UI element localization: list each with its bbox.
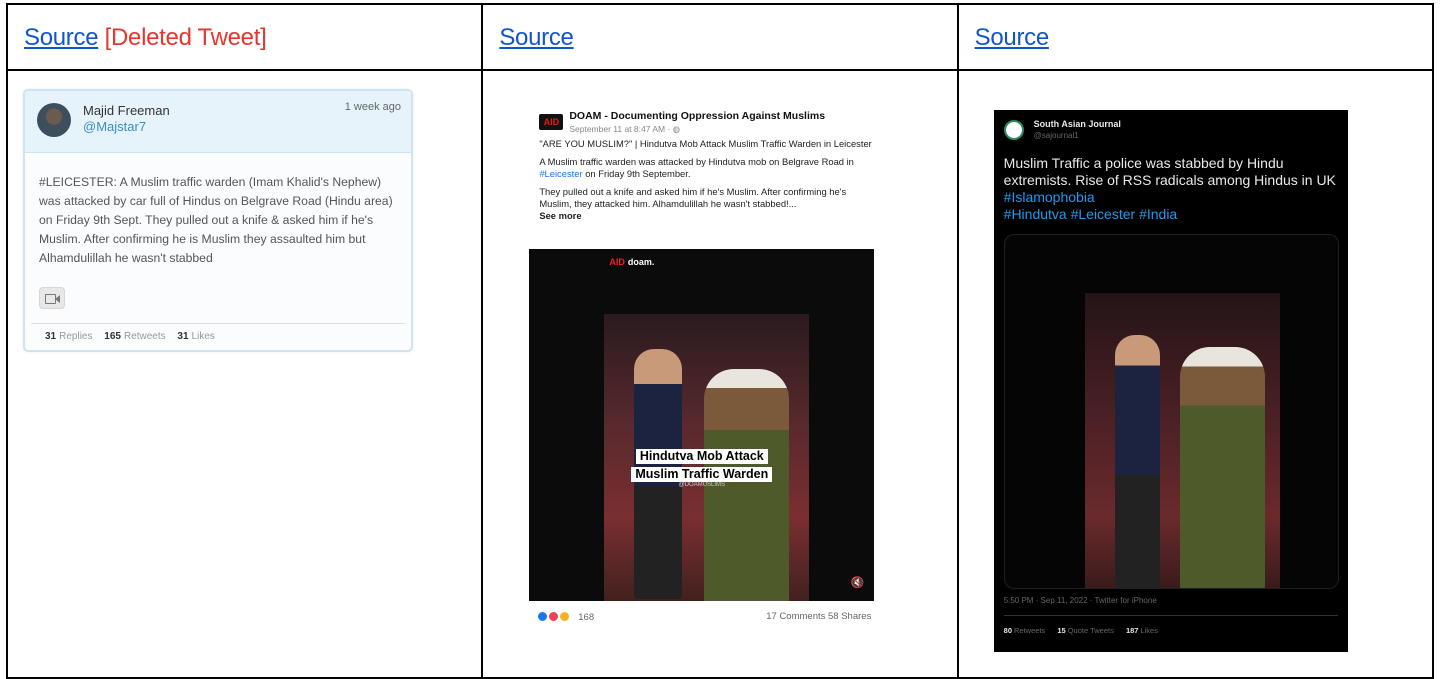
globe-icon: ◍ — [672, 124, 681, 134]
video-social-handle: @DOAMUSLIMS — [678, 482, 726, 488]
video-camera-icon — [39, 287, 65, 309]
hashtags[interactable]: #Hindutva #Leicester #India — [1004, 206, 1178, 222]
tweet-stats: 80 Retweets 15 Quote Tweets 187 Likes — [1004, 626, 1158, 635]
mute-icon[interactable]: 🔇 — [851, 576, 865, 589]
tweet-text: #LEICESTER: A Muslim traffic warden (Ima… — [39, 175, 393, 265]
likes-label: Likes — [191, 331, 215, 342]
retweets-label: Retweets — [123, 331, 166, 342]
hashtag-leicester[interactable]: #Leicester — [539, 168, 582, 179]
reaction-count: 168 — [578, 612, 595, 623]
video-brand: AID doam. — [609, 257, 654, 267]
post-video[interactable]: AID doam. Hindutva Mob Attack Muslim Traf… — [529, 249, 875, 601]
post-paragraph-2-b: on Friday 9th September. — [582, 168, 691, 179]
header-cell-3: Source — [956, 3, 1435, 71]
avatar — [1003, 120, 1024, 140]
love-reaction-icon — [547, 611, 559, 622]
header-cell-1: Source [Deleted Tweet] — [5, 3, 484, 71]
post-paragraph-3-text: They pulled out a knife and asked him if… — [539, 186, 847, 209]
tweet-screenshot-saj: South Asian Journal @sajournal1 Muslim T… — [993, 110, 1348, 652]
post-paragraph-3: They pulled out a knife and asked him if… — [539, 186, 874, 222]
replies-count: 31 — [45, 331, 57, 342]
content-cell-1: Majid Freeman @Majstar7 1 week ago #LEIC… — [5, 69, 484, 679]
video-caption: Hindutva Mob Attack Muslim Traffic Warde… — [529, 447, 874, 483]
page-name: DOAM - Documenting Oppression Against Mu… — [569, 110, 826, 122]
header-cell-2: Source — [481, 3, 959, 71]
likes-label: Likes — [1140, 626, 1158, 635]
likes-count: 187 — [1125, 626, 1139, 635]
post-date: September 11 at 8:47 AM · ◍ — [569, 124, 680, 135]
sources-table: Source [Deleted Tweet] Source Source Maj… — [5, 3, 1435, 679]
deleted-tweet-label: [Deleted Tweet] — [104, 24, 267, 51]
post-paragraph-2-a: A Muslim traffic warden was attacked by … — [539, 156, 854, 167]
video-figure-left — [1114, 335, 1160, 588]
retweets-count: 165 — [104, 331, 121, 342]
post-date-text: September 11 at 8:47 AM · — [569, 124, 673, 134]
reactions[interactable]: 168 — [537, 611, 594, 623]
content-cell-2: AID DOAM - Documenting Oppression Agains… — [481, 69, 959, 679]
like-reaction-icon — [537, 611, 549, 622]
hashtag-islamophobia[interactable]: #Islamophobia — [1004, 189, 1095, 205]
post-paragraph-2: A Muslim traffic warden was attacked by … — [539, 156, 874, 180]
author-handle: @Majstar7 — [83, 119, 147, 134]
tweet-stats: 31 Replies 165 Retweets 31 Likes — [45, 331, 215, 342]
source-link-1[interactable]: Source — [24, 24, 99, 51]
tweet-header: Majid Freeman @Majstar7 1 week ago — [25, 91, 411, 153]
source-link-2[interactable]: Source — [499, 24, 574, 51]
avatar — [37, 103, 71, 137]
header-row: Source [Deleted Tweet] Source Source — [5, 3, 1435, 71]
comments-shares[interactable]: 17 Comments 58 Shares — [766, 611, 871, 622]
video-brand-logo: AID — [609, 257, 625, 267]
see-more-link[interactable]: See more — [539, 210, 581, 221]
tweet-screenshot-majid: Majid Freeman @Majstar7 1 week ago #LEIC… — [23, 89, 413, 352]
page-logo: AID — [539, 114, 564, 130]
source-link-3[interactable]: Source — [975, 24, 1050, 51]
author-name: Majid Freeman — [83, 103, 170, 118]
retweets-label: Retweets — [1014, 626, 1046, 635]
video-caption-line-1: Hindutva Mob Attack — [635, 449, 768, 464]
tweet-text: Muslim Traffic a police was stabbed by H… — [1004, 155, 1344, 223]
facebook-post-screenshot: AID DOAM - Documenting Oppression Agains… — [529, 100, 880, 630]
author-handle: @sajournal1 — [1033, 131, 1079, 140]
likes-count: 31 — [177, 331, 189, 342]
video-brand-text: doam. — [627, 257, 655, 267]
tweet-video[interactable] — [1003, 234, 1339, 589]
quotes-count: 15 — [1057, 626, 1066, 635]
content-row: Majid Freeman @Majstar7 1 week ago #LEIC… — [5, 69, 1435, 679]
quotes-label: Quote Tweets — [1067, 626, 1114, 635]
post-paragraph-1: "ARE YOU MUSLIM?" | Hindutva Mob Attack … — [539, 138, 872, 149]
replies-label: Replies — [59, 331, 93, 342]
tweet-timestamp: 5:50 PM · Sep 11, 2022 · Twitter for iPh… — [1003, 596, 1157, 605]
divider — [1003, 615, 1338, 616]
video-figure-right — [1179, 347, 1265, 588]
author-name: South Asian Journal — [1033, 119, 1121, 129]
divider — [31, 323, 405, 324]
content-cell-3: South Asian Journal @sajournal1 Muslim T… — [956, 69, 1435, 679]
video-caption-line-2: Muslim Traffic Warden — [631, 467, 773, 482]
angry-reaction-icon — [558, 611, 570, 622]
post-time: 1 week ago — [344, 101, 401, 113]
post-text: "ARE YOU MUSLIM?" | Hindutva Mob Attack … — [539, 138, 874, 228]
retweets-count: 80 — [1003, 626, 1012, 635]
tweet-text-body: Muslim Traffic a police was stabbed by H… — [1003, 155, 1336, 188]
